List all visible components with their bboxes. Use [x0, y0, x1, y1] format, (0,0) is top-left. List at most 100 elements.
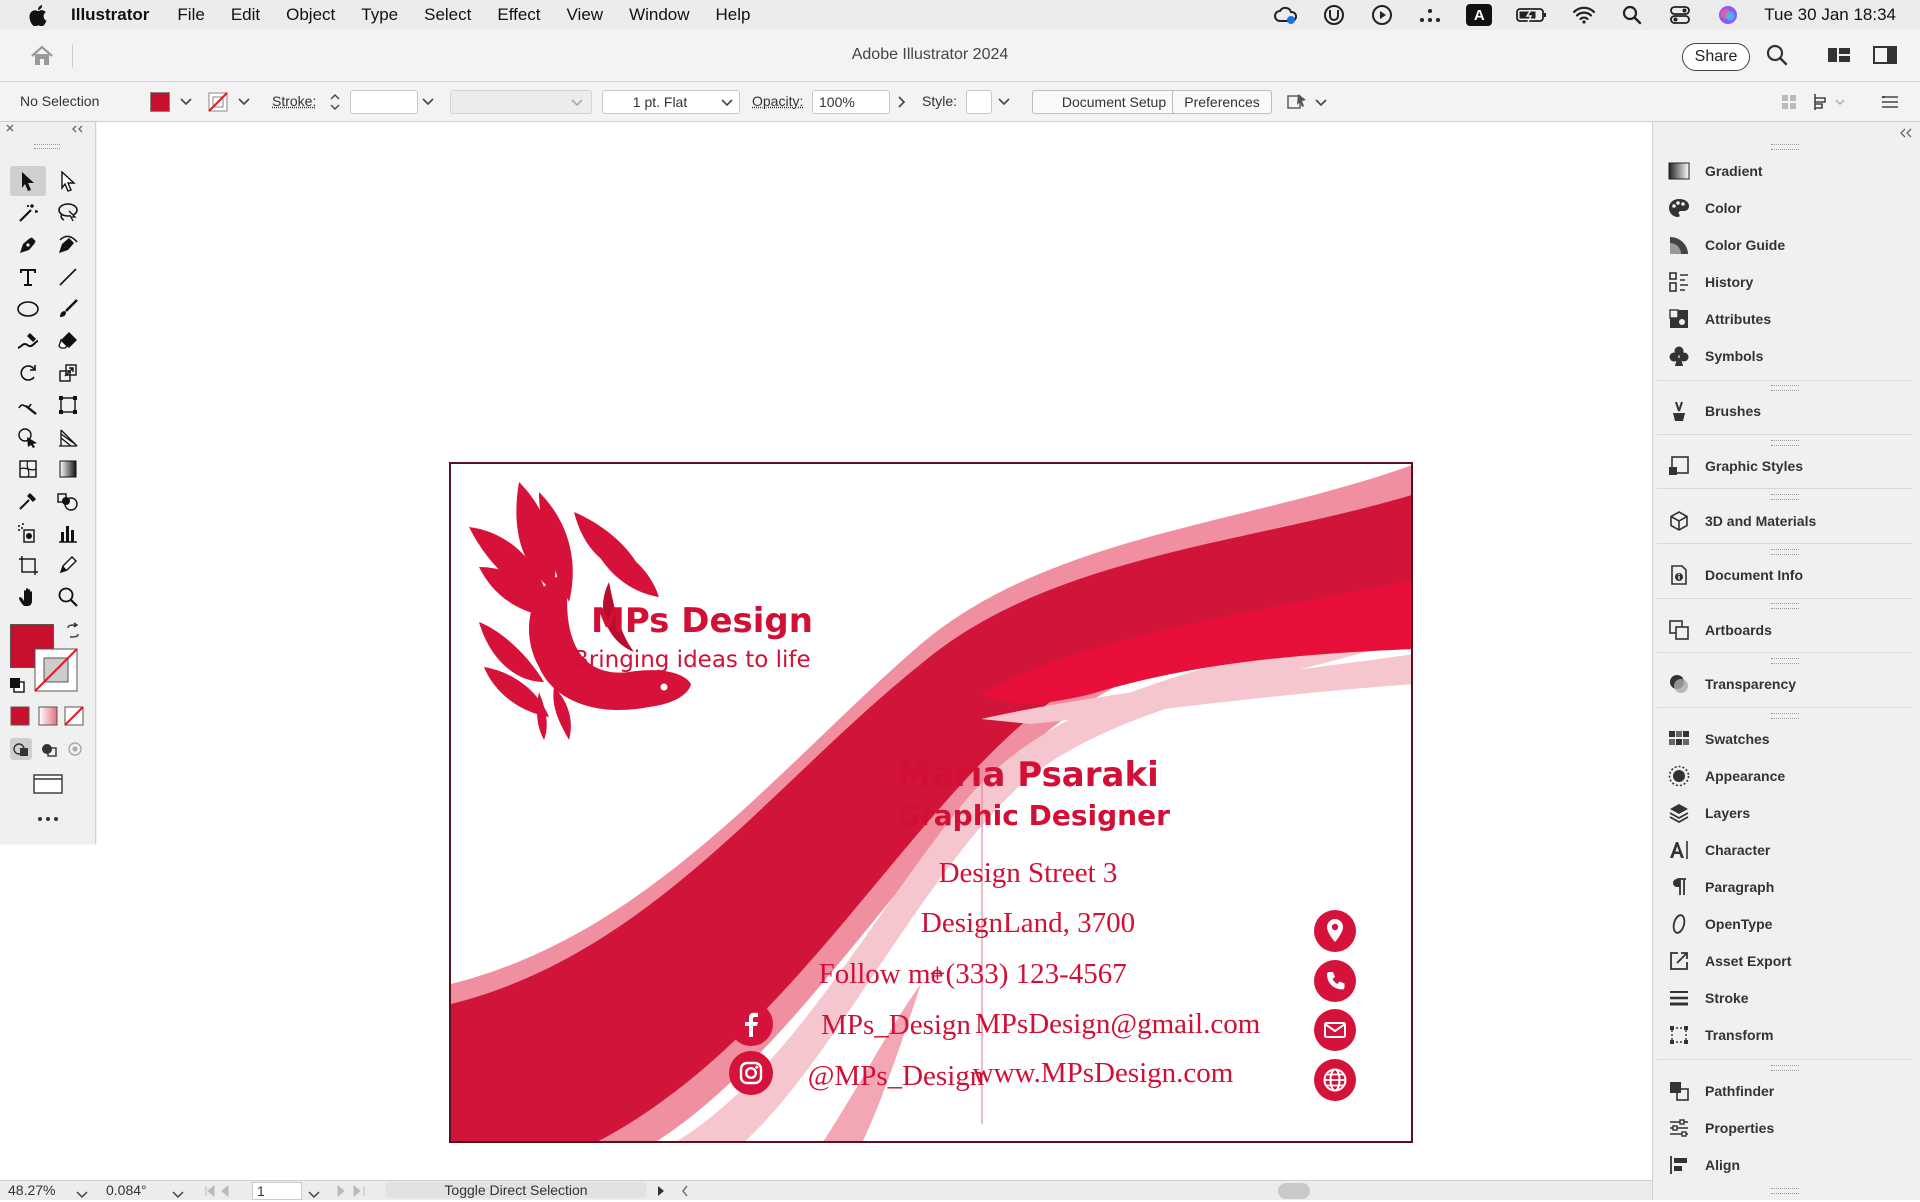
stroke-weight-stepper[interactable] [328, 90, 350, 114]
menubar-clock[interactable]: Tue 30 Jan 18:34 [1764, 5, 1896, 25]
panel-group-grip[interactable] [1771, 494, 1799, 500]
free-transform-tool-icon[interactable] [50, 390, 86, 420]
swap-fill-stroke-icon[interactable] [64, 622, 82, 640]
battery-icon[interactable] [1516, 4, 1548, 26]
style-chevron-icon[interactable] [994, 90, 1014, 114]
pen-tool-icon[interactable] [10, 230, 46, 260]
menu-app-name[interactable]: Illustrator [71, 5, 149, 25]
column-graph-tool-icon[interactable] [50, 518, 86, 548]
document-canvas[interactable]: MPs Design Bringing ideas to life Maria … [97, 122, 1652, 1180]
play-icon[interactable] [1370, 4, 1394, 26]
panel-group-grip[interactable] [1771, 144, 1799, 150]
transform-options-icon[interactable] [1812, 90, 1848, 114]
menu-object[interactable]: Object [286, 5, 335, 25]
menu-window[interactable]: Window [629, 5, 689, 25]
panel-pathfinder[interactable]: Pathfinder [1667, 1076, 1774, 1106]
warp-tool-icon[interactable] [10, 390, 46, 420]
mesh-tool-icon[interactable] [10, 454, 46, 484]
panel-group-grip[interactable] [1771, 603, 1799, 609]
panel-brushes[interactable]: Brushes [1667, 396, 1761, 426]
stroke-label[interactable]: Stroke: [272, 93, 316, 109]
toolbox-grip[interactable] [34, 144, 60, 149]
align-icon[interactable] [1780, 90, 1800, 114]
shaper-tool-icon[interactable] [10, 326, 46, 356]
panel-3d-materials[interactable]: 3D and Materials [1667, 506, 1816, 536]
variable-width-profile-dropdown[interactable] [450, 90, 592, 114]
curvature-tool-icon[interactable] [50, 230, 86, 260]
gradient-mode-icon[interactable] [38, 706, 58, 726]
shape-builder-tool-icon[interactable] [10, 422, 46, 452]
artboard-tool-icon[interactable] [10, 550, 46, 580]
share-button[interactable]: Share [1682, 43, 1750, 71]
opacity-field[interactable]: 100% [812, 90, 890, 114]
draw-inside-icon[interactable] [64, 738, 86, 760]
menu-file[interactable]: File [177, 5, 204, 25]
panel-group-grip[interactable] [1771, 440, 1799, 446]
symbol-sprayer-tool-icon[interactable] [10, 518, 46, 548]
lasso-tool-icon[interactable] [50, 198, 86, 228]
selection-tool-icon[interactable] [10, 166, 46, 196]
panel-group-grip[interactable] [1771, 549, 1799, 555]
panel-color[interactable]: Color [1667, 193, 1742, 223]
fill-swatch-button[interactable] [148, 90, 174, 114]
torrent-icon[interactable] [1322, 4, 1346, 26]
screen-mode-icon[interactable] [32, 772, 64, 796]
panel-appearance[interactable]: Appearance [1667, 761, 1785, 791]
wifi-icon[interactable] [1572, 4, 1596, 26]
dots-icon[interactable] [1418, 4, 1442, 26]
panel-document-info[interactable]: Document Info [1667, 560, 1803, 590]
style-swatch[interactable] [966, 90, 992, 114]
stroke-color-box[interactable] [34, 648, 78, 692]
color-mode-icon[interactable] [10, 706, 30, 726]
panel-gradient[interactable]: Gradient [1667, 156, 1763, 186]
gradient-tool-icon[interactable] [50, 454, 86, 484]
artboard-number-field[interactable]: 1 [252, 1182, 302, 1200]
menu-select[interactable]: Select [424, 5, 471, 25]
panel-transform[interactable]: Transform [1667, 1020, 1773, 1050]
type-tool-icon[interactable] [10, 262, 46, 292]
eyedropper-tool-icon[interactable] [10, 486, 46, 516]
rotate-view-field[interactable]: 0.084° [106, 1182, 170, 1198]
status-menu-arrow-icon[interactable] [656, 1184, 666, 1201]
next-artboard-icon[interactable] [334, 1184, 374, 1201]
panel-color-guide[interactable]: Color Guide [1667, 230, 1785, 260]
stroke-weight-field[interactable] [350, 90, 418, 114]
menu-effect[interactable]: Effect [497, 5, 540, 25]
dock-collapse-icon[interactable] [1899, 125, 1913, 138]
magic-wand-tool-icon[interactable] [10, 198, 46, 228]
ellipse-tool-icon[interactable] [10, 294, 46, 324]
panel-properties[interactable]: Properties [1667, 1113, 1774, 1143]
menu-view[interactable]: View [567, 5, 604, 25]
horizontal-scrollbar-thumb[interactable] [1278, 1183, 1310, 1199]
panel-character[interactable]: Character [1667, 835, 1770, 865]
draw-normal-icon[interactable] [10, 738, 32, 760]
line-segment-tool-icon[interactable] [50, 262, 86, 292]
panel-toggle-icon[interactable] [1872, 44, 1898, 68]
panel-group-grip[interactable] [1771, 713, 1799, 719]
first-artboard-icon[interactable] [204, 1184, 244, 1201]
preferences-button[interactable]: Preferences [1172, 90, 1272, 114]
opacity-chevron-right-icon[interactable] [892, 90, 912, 114]
panel-layers[interactable]: Layers [1667, 798, 1750, 828]
direct-selection-tool-icon[interactable] [50, 166, 86, 196]
zoom-tool-icon[interactable] [50, 582, 86, 612]
panel-asset-export[interactable]: Asset Export [1667, 946, 1791, 976]
hand-tool-icon[interactable] [10, 582, 46, 612]
menu-edit[interactable]: Edit [231, 5, 260, 25]
panel-transparency[interactable]: Transparency [1667, 669, 1796, 699]
panel-artboards[interactable]: Artboards [1667, 615, 1772, 645]
draw-behind-icon[interactable] [38, 738, 60, 760]
stroke-dropdown-chevron-icon[interactable] [234, 90, 254, 114]
edit-toolbar-more-icon[interactable] [34, 812, 62, 826]
creative-cloud-icon[interactable] [1274, 4, 1298, 26]
panel-opentype[interactable]: OpenType [1667, 909, 1772, 939]
panel-swatches[interactable]: Swatches [1667, 724, 1770, 754]
siri-icon[interactable] [1716, 4, 1740, 26]
brush-definition-dropdown[interactable]: 1 pt. Flat [602, 90, 740, 114]
fill-dropdown-chevron-icon[interactable] [176, 90, 196, 114]
panel-align[interactable]: Align [1667, 1150, 1740, 1180]
pencil-tool-icon[interactable] [50, 550, 86, 580]
panel-group-grip[interactable] [1771, 658, 1799, 664]
panel-symbols[interactable]: Symbols [1667, 341, 1763, 371]
control-bar-menu-icon[interactable] [1880, 90, 1900, 114]
